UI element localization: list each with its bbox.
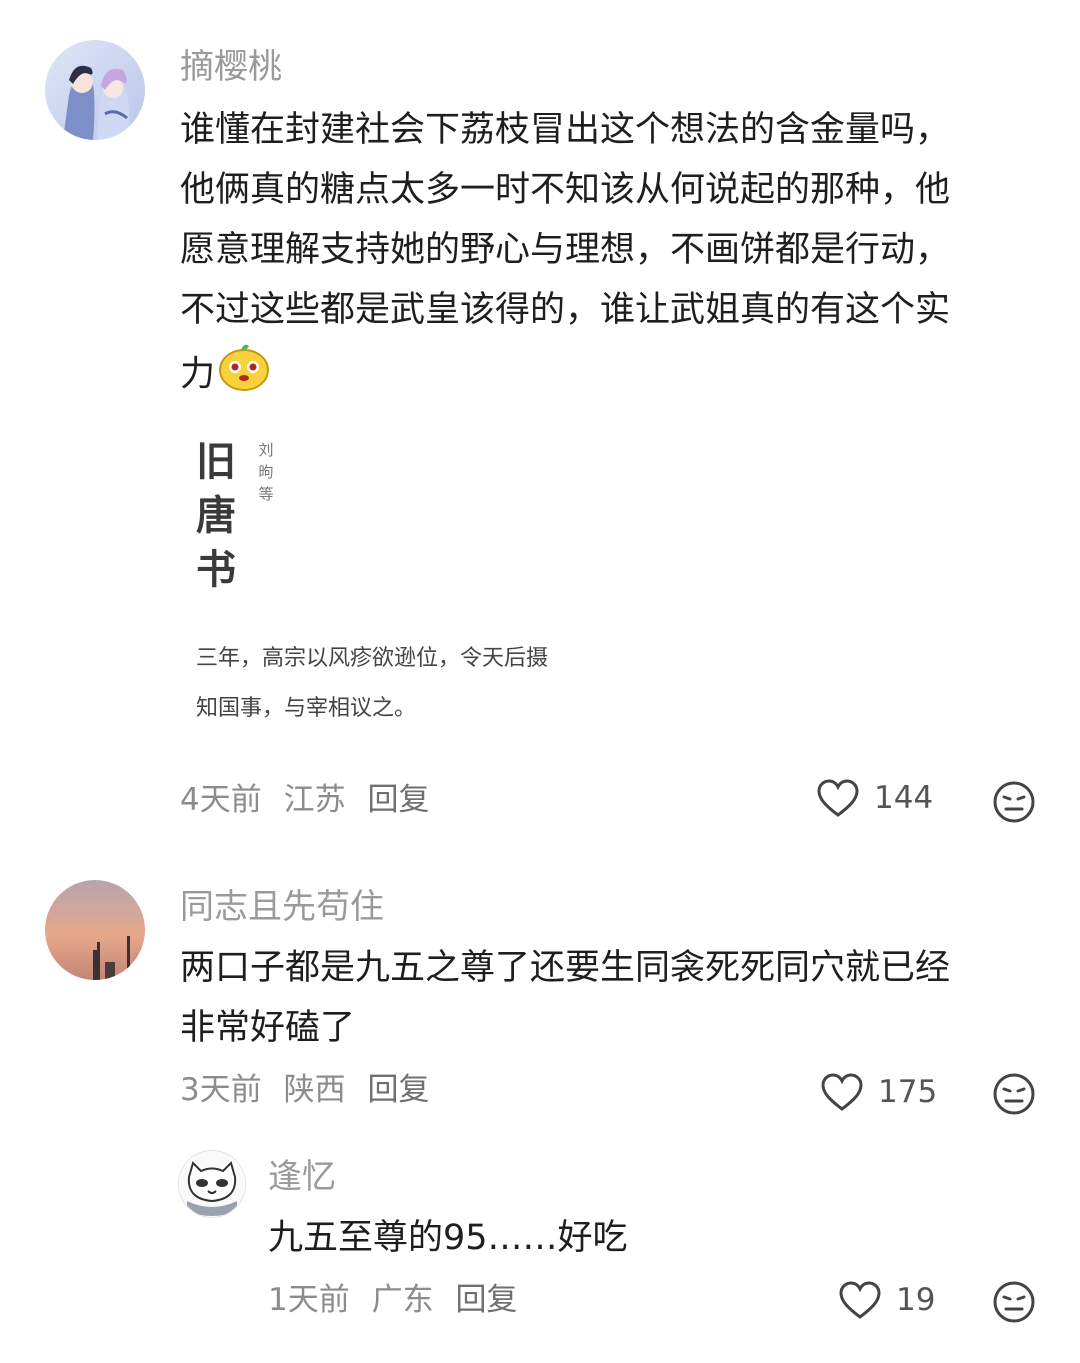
book-title: 旧 唐 书 bbox=[194, 435, 238, 597]
avatar-sunset-photo bbox=[45, 880, 145, 980]
comment-line: 愿意理解支持她的野心与理想，不画饼都是行动， bbox=[180, 230, 951, 270]
comment-meta: 3天前 陕西 回复 bbox=[180, 1070, 441, 1110]
heart-outline-icon bbox=[821, 1073, 863, 1111]
comment-text: 谁懂在封建社会下荔枝冒出这个想法的含金量吗， 他俩真的糖点太多一时不知该从何说起… bbox=[180, 100, 1050, 411]
timestamp: 4天前 bbox=[180, 782, 262, 818]
book-title-char: 唐 bbox=[196, 492, 236, 539]
comment-line: 两口子都是九五之尊了还要生同衾死死同穴就已经 bbox=[180, 948, 951, 988]
meh-face-icon bbox=[993, 1281, 1035, 1323]
timestamp: 3天前 bbox=[180, 1072, 262, 1108]
like-count: 144 bbox=[874, 780, 934, 816]
avatar[interactable] bbox=[178, 1150, 246, 1218]
like-count: 19 bbox=[896, 1282, 936, 1318]
username[interactable]: 同志且先苟住 bbox=[180, 887, 384, 927]
location: 江苏 bbox=[283, 782, 346, 818]
comment-line: 非常好磕了 bbox=[180, 1008, 356, 1048]
comment-line-last: 力 bbox=[180, 340, 1050, 411]
location: 陕西 bbox=[283, 1072, 346, 1108]
comment-line: 不过这些都是武皇该得的，谁让武姐真的有这个实 bbox=[180, 290, 951, 330]
username[interactable]: 摘樱桃 bbox=[180, 47, 282, 87]
avatar[interactable] bbox=[45, 880, 145, 980]
reply-button[interactable]: 回复 bbox=[367, 782, 429, 818]
avatar[interactable] bbox=[45, 40, 145, 140]
reply-button[interactable]: 回复 bbox=[455, 1282, 517, 1318]
like-button[interactable]: 175 bbox=[820, 1072, 937, 1112]
heart-outline-icon bbox=[817, 779, 859, 817]
author-char: 刘 bbox=[258, 441, 274, 459]
comment-line: 谁懂在封建社会下荔枝冒出这个想法的含金量吗， bbox=[180, 110, 951, 150]
meh-face-icon bbox=[993, 1073, 1035, 1115]
emoji-react-button[interactable] bbox=[992, 780, 1036, 828]
avatar-illustration bbox=[45, 40, 145, 140]
quote-text-line: 三年，高宗以风疹欲逊位，令天后摄 bbox=[196, 646, 549, 671]
like-button[interactable]: 144 bbox=[816, 778, 933, 818]
timestamp: 1天前 bbox=[268, 1282, 350, 1318]
avatar-cartoon-cat bbox=[179, 1151, 245, 1217]
comment-line: 他俩真的糖点太多一时不知该从何说起的那种，他 bbox=[180, 170, 951, 210]
book-title-char: 书 bbox=[196, 546, 236, 593]
comment-line: 九五至尊的95……好吃 bbox=[268, 1218, 628, 1258]
meh-face-icon bbox=[993, 781, 1035, 823]
username[interactable]: 逢忆 bbox=[268, 1157, 336, 1197]
author-char: 昫 bbox=[258, 463, 274, 481]
reply-button[interactable]: 回复 bbox=[367, 1072, 429, 1108]
comment-meta: 4天前 江苏 回复 bbox=[180, 780, 441, 820]
like-count: 175 bbox=[878, 1074, 938, 1110]
comment-text: 九五至尊的95……好吃 bbox=[268, 1208, 1048, 1268]
like-button[interactable]: 19 bbox=[838, 1280, 935, 1320]
location: 广东 bbox=[371, 1282, 434, 1318]
emoji-react-button[interactable] bbox=[992, 1280, 1036, 1328]
emoji-react-button[interactable] bbox=[992, 1072, 1036, 1120]
comment-line: 力 bbox=[180, 354, 216, 395]
quote-text-line: 知国事，与宰相议之。 bbox=[196, 696, 417, 721]
cute-yellow-face-emoji bbox=[217, 340, 271, 411]
heart-outline-icon bbox=[839, 1281, 881, 1319]
comment-text: 两口子都是九五之尊了还要生同衾死死同穴就已经 非常好磕了 bbox=[180, 938, 1050, 1058]
book-author: 刘 昫 等 bbox=[256, 439, 276, 505]
comment-meta: 1天前 广东 回复 bbox=[268, 1280, 529, 1320]
quote-image[interactable]: 旧 唐 书 刘 昫 等 三年，高宗以风疹欲逊位，令天后摄 知国事，与宰相议之。 bbox=[180, 425, 640, 745]
book-title-char: 旧 bbox=[196, 438, 236, 485]
author-char: 等 bbox=[258, 485, 274, 503]
